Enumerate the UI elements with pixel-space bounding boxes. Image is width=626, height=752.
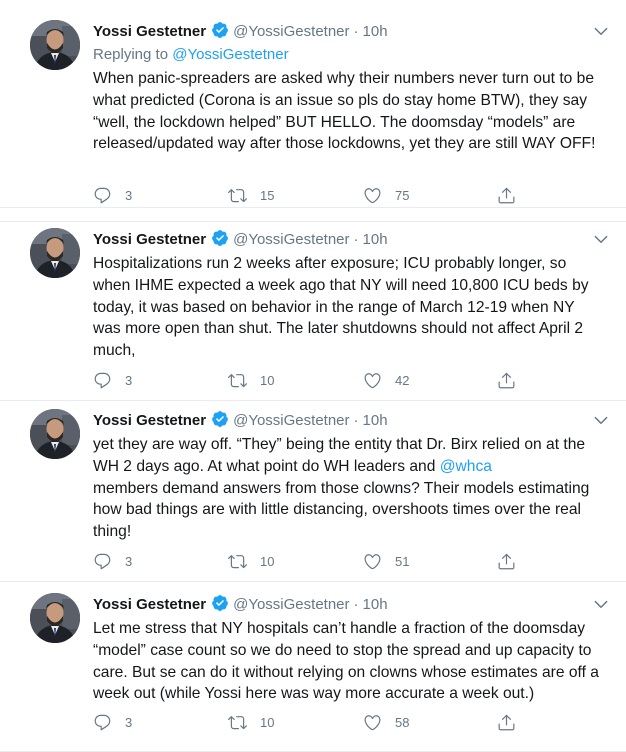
verified-badge-icon	[212, 22, 228, 38]
avatar[interactable]	[30, 409, 80, 459]
tweet-actions: 3 10 42	[93, 370, 523, 390]
reply-button[interactable]: 3	[93, 712, 132, 732]
tweet-text: Let me stress that NY hospitals can’t ha…	[93, 620, 599, 703]
tweet-text: Hospitalizations run 2 weeks after expos…	[93, 255, 589, 360]
retweet-icon	[228, 554, 247, 568]
share-icon	[498, 187, 515, 203]
like-count: 42	[395, 372, 410, 388]
tweet-header: Yossi Gestetner @YossiGestetner · 10h	[93, 594, 388, 615]
verified-badge-icon	[212, 230, 228, 246]
reply-count: 3	[125, 553, 133, 569]
author-name[interactable]: Yossi Gestetner	[93, 23, 206, 40]
author-name[interactable]: Yossi Gestetner	[93, 231, 206, 248]
retweet-icon	[228, 715, 247, 729]
like-count: 58	[395, 714, 410, 730]
share-icon	[498, 714, 515, 730]
tweet-header: Yossi Gestetner @YossiGestetner · 10h	[93, 410, 388, 431]
author-handle[interactable]: @YossiGestetner	[233, 412, 349, 429]
heart-icon	[364, 714, 381, 730]
replying-to-label: Replying to	[93, 46, 173, 63]
reply-count: 3	[125, 714, 133, 730]
reply-button[interactable]: 3	[93, 185, 132, 205]
heart-icon	[364, 372, 381, 388]
replying-to: Replying to @YossiGestetner	[93, 45, 289, 65]
like-button[interactable]: 51	[363, 551, 409, 571]
timestamp[interactable]: 10h	[363, 23, 388, 40]
retweet-button[interactable]: 15	[228, 185, 274, 205]
retweet-button[interactable]: 10	[228, 551, 274, 571]
author-handle[interactable]: @YossiGestetner	[233, 23, 349, 40]
timestamp[interactable]: 10h	[363, 596, 388, 613]
author-handle[interactable]: @YossiGestetner	[233, 231, 349, 248]
like-count: 75	[395, 187, 410, 203]
like-count: 51	[395, 553, 410, 569]
author-handle[interactable]: @YossiGestetner	[233, 596, 349, 613]
timestamp[interactable]: 10h	[363, 412, 388, 429]
chevron-down-icon[interactable]	[592, 411, 610, 429]
avatar[interactable]	[30, 20, 80, 70]
tweet-text: yet they are way off. “They” being the e…	[93, 434, 603, 543]
reply-icon	[94, 553, 111, 569]
tweet-4[interactable]: Yossi Gestetner @YossiGestetner · 10h Let m…	[0, 573, 626, 752]
reply-icon	[94, 714, 111, 730]
share-icon	[498, 553, 515, 569]
avatar[interactable]	[30, 593, 80, 643]
share-button[interactable]	[497, 185, 516, 205]
reply-button[interactable]: 3	[93, 370, 132, 390]
reply-count: 3	[125, 187, 133, 203]
reply-icon	[94, 187, 111, 203]
tweet-text-part: yet they are way off. “They” being the e…	[93, 436, 586, 475]
retweet-count: 10	[260, 372, 275, 388]
verified-badge-icon	[212, 411, 228, 427]
tweet-actions: 3 10 51	[93, 551, 523, 571]
replying-to-handle-link[interactable]: @YossiGestetner	[172, 46, 288, 63]
reply-icon	[94, 372, 111, 388]
retweet-icon	[228, 188, 247, 202]
retweet-button[interactable]: 10	[228, 370, 274, 390]
tweet-actions: 3 15 75	[93, 185, 523, 205]
retweet-count: 10	[260, 714, 275, 730]
tweet-actions: 3 10 58	[93, 712, 523, 732]
retweet-count: 15	[260, 187, 275, 203]
heart-icon	[364, 553, 381, 569]
tweet-header: Yossi Gestetner @YossiGestetner · 10h	[93, 229, 388, 250]
reply-button[interactable]: 3	[93, 551, 132, 571]
heart-icon	[364, 187, 381, 203]
tweet-text: When panic-spreaders are asked why their…	[93, 70, 596, 153]
share-icon	[498, 372, 515, 388]
retweet-count: 10	[260, 553, 275, 569]
tweet-header: Yossi Gestetner @YossiGestetner · 10h	[93, 21, 388, 42]
separator-dot: ·	[353, 23, 359, 40]
mention-link[interactable]: @whca	[440, 458, 492, 475]
separator-dot: ·	[353, 596, 359, 613]
tweet-3[interactable]: Yossi Gestetner @YossiGestetner · 10h yet t…	[0, 389, 626, 582]
separator-dot: ·	[353, 231, 359, 248]
like-button[interactable]: 42	[363, 370, 409, 390]
like-button[interactable]: 75	[363, 185, 409, 205]
verified-badge-icon	[212, 595, 228, 611]
reply-count: 3	[125, 372, 133, 388]
separator-dot: ·	[353, 412, 359, 429]
chevron-down-icon[interactable]	[592, 22, 610, 40]
retweet-icon	[228, 373, 247, 387]
avatar[interactable]	[30, 228, 80, 278]
retweet-button[interactable]: 10	[228, 712, 274, 732]
share-button[interactable]	[497, 551, 516, 571]
tweet-2[interactable]: Yossi Gestetner @YossiGestetner · 10h Hospi…	[0, 207, 626, 401]
share-button[interactable]	[497, 712, 516, 732]
author-name[interactable]: Yossi Gestetner	[93, 596, 206, 613]
tweet-text-part: members demand answers from those clowns…	[93, 479, 590, 541]
like-button[interactable]: 58	[363, 712, 409, 732]
share-button[interactable]	[497, 370, 516, 390]
author-name[interactable]: Yossi Gestetner	[93, 412, 206, 429]
chevron-down-icon[interactable]	[592, 595, 610, 613]
chevron-down-icon[interactable]	[592, 230, 610, 248]
timestamp[interactable]: 10h	[363, 231, 388, 248]
tweet-1[interactable]: Yossi Gestetner @YossiGestetner · 10h Reply…	[0, 0, 626, 222]
